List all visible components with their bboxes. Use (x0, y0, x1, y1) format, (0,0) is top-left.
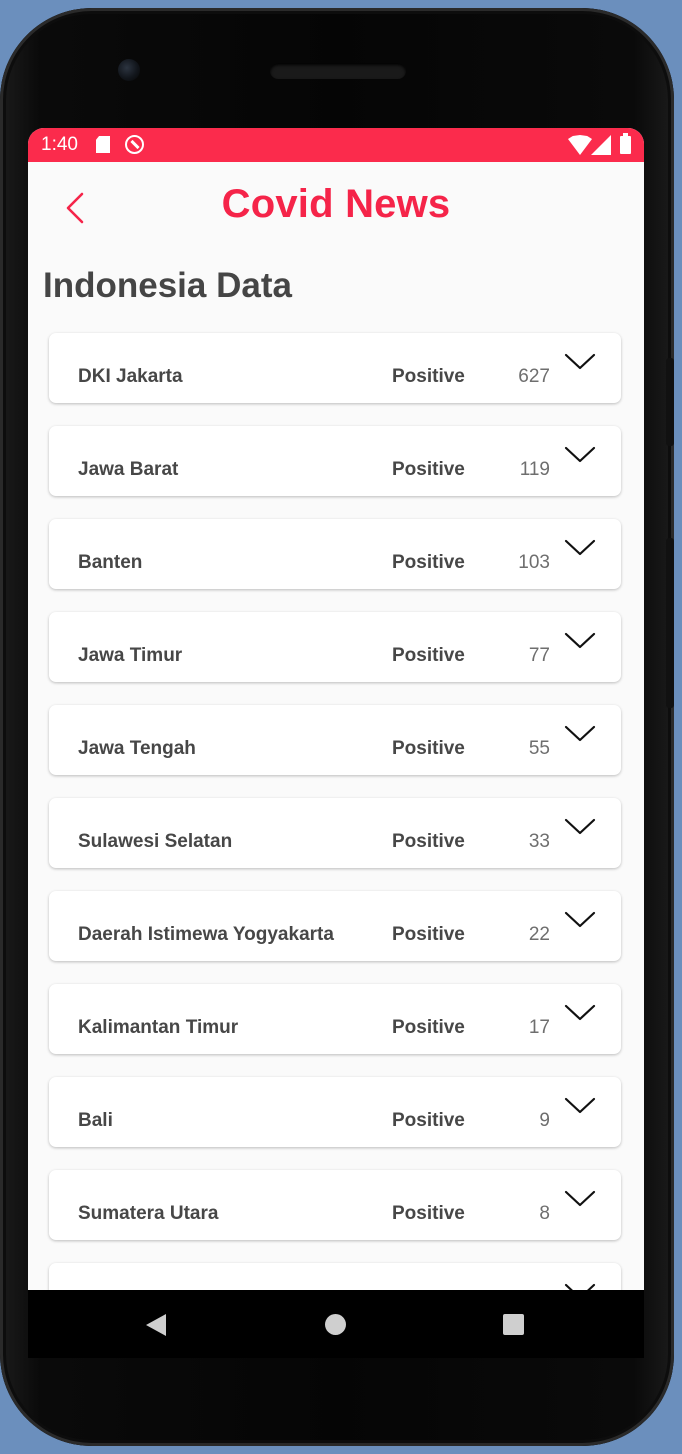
earpiece-speaker (270, 63, 406, 79)
province-name: Jawa Barat (78, 459, 179, 480)
province-name: Daerah Istimewa Yogyakarta (78, 924, 334, 945)
app-title: Covid News (221, 182, 451, 226)
positive-count: 8 (539, 1203, 550, 1224)
positive-label: Positive (392, 1110, 465, 1131)
home-circle-icon[interactable] (325, 1314, 346, 1335)
province-list: DKI Jakarta Positive 627 Jawa Barat Posi… (49, 333, 623, 1356)
positive-label: Positive (392, 738, 465, 759)
chevron-down-icon[interactable] (564, 539, 596, 557)
positive-label: Positive (392, 459, 465, 480)
positive-count: 119 (519, 459, 550, 480)
app-bar: Covid News (28, 162, 644, 252)
province-card[interactable]: Jawa Tengah Positive 55 (49, 705, 621, 775)
province-card[interactable]: DKI Jakarta Positive 627 (49, 333, 621, 403)
volume-button (666, 538, 674, 708)
sd-card-icon (96, 136, 110, 153)
chevron-down-icon[interactable] (564, 911, 596, 929)
chevron-down-icon[interactable] (564, 632, 596, 650)
positive-label: Positive (392, 924, 465, 945)
recents-square-icon[interactable] (503, 1314, 524, 1335)
status-time: 1:40 (41, 134, 78, 155)
positive-count: 103 (518, 552, 550, 573)
sync-icon (125, 135, 144, 154)
positive-label: Positive (392, 1017, 465, 1038)
phone-frame: 1:40 Covid News Indonesia Data DKI Jakar… (0, 8, 674, 1446)
chevron-down-icon[interactable] (564, 725, 596, 743)
positive-count: 77 (528, 645, 550, 666)
positive-label: Positive (392, 1203, 465, 1224)
chevron-down-icon[interactable] (564, 1097, 596, 1115)
positive-label: Positive (392, 831, 465, 852)
positive-count: 55 (528, 738, 550, 759)
province-name: DKI Jakarta (78, 366, 183, 387)
province-name: Sulawesi Selatan (78, 831, 233, 852)
status-bar: 1:40 (28, 128, 644, 162)
chevron-down-icon[interactable] (564, 353, 596, 371)
province-name: Kalimantan Timur (78, 1017, 239, 1038)
province-card[interactable]: Bali Positive 9 (49, 1077, 621, 1147)
front-camera (118, 59, 140, 81)
province-card[interactable]: Daerah Istimewa Yogyakarta Positive 22 (49, 891, 621, 961)
province-name: Sumatera Utara (78, 1203, 219, 1224)
province-card[interactable]: Kalimantan Timur Positive 17 (49, 984, 621, 1054)
chevron-down-icon[interactable] (564, 1190, 596, 1208)
positive-label: Positive (392, 366, 465, 387)
back-triangle-icon[interactable] (146, 1314, 166, 1336)
province-card[interactable]: Jawa Barat Positive 119 (49, 426, 621, 496)
province-name: Banten (78, 552, 143, 573)
system-nav-bar (28, 1290, 644, 1358)
positive-label: Positive (392, 552, 465, 573)
province-card[interactable]: Banten Positive 103 (49, 519, 621, 589)
positive-count: 627 (518, 366, 550, 387)
province-name: Bali (78, 1110, 113, 1131)
positive-count: 22 (528, 924, 550, 945)
chevron-down-icon[interactable] (564, 818, 596, 836)
province-card[interactable]: Sulawesi Selatan Positive 33 (49, 798, 621, 868)
signal-icon (591, 135, 611, 155)
section-title: Indonesia Data (43, 266, 292, 305)
battery-icon (620, 133, 631, 154)
positive-label: Positive (392, 645, 465, 666)
province-card[interactable]: Sumatera Utara Positive 8 (49, 1170, 621, 1240)
power-button (666, 358, 674, 446)
chevron-down-icon[interactable] (564, 446, 596, 464)
chevron-down-icon[interactable] (564, 1004, 596, 1022)
province-card[interactable]: Jawa Timur Positive 77 (49, 612, 621, 682)
positive-count: 17 (528, 1017, 550, 1038)
wifi-icon (568, 135, 592, 155)
app-screen: 1:40 Covid News Indonesia Data DKI Jakar… (28, 128, 644, 1358)
positive-count: 33 (528, 831, 550, 852)
province-name: Jawa Timur (78, 645, 183, 666)
province-name: Jawa Tengah (78, 738, 196, 759)
positive-count: 9 (539, 1110, 550, 1131)
